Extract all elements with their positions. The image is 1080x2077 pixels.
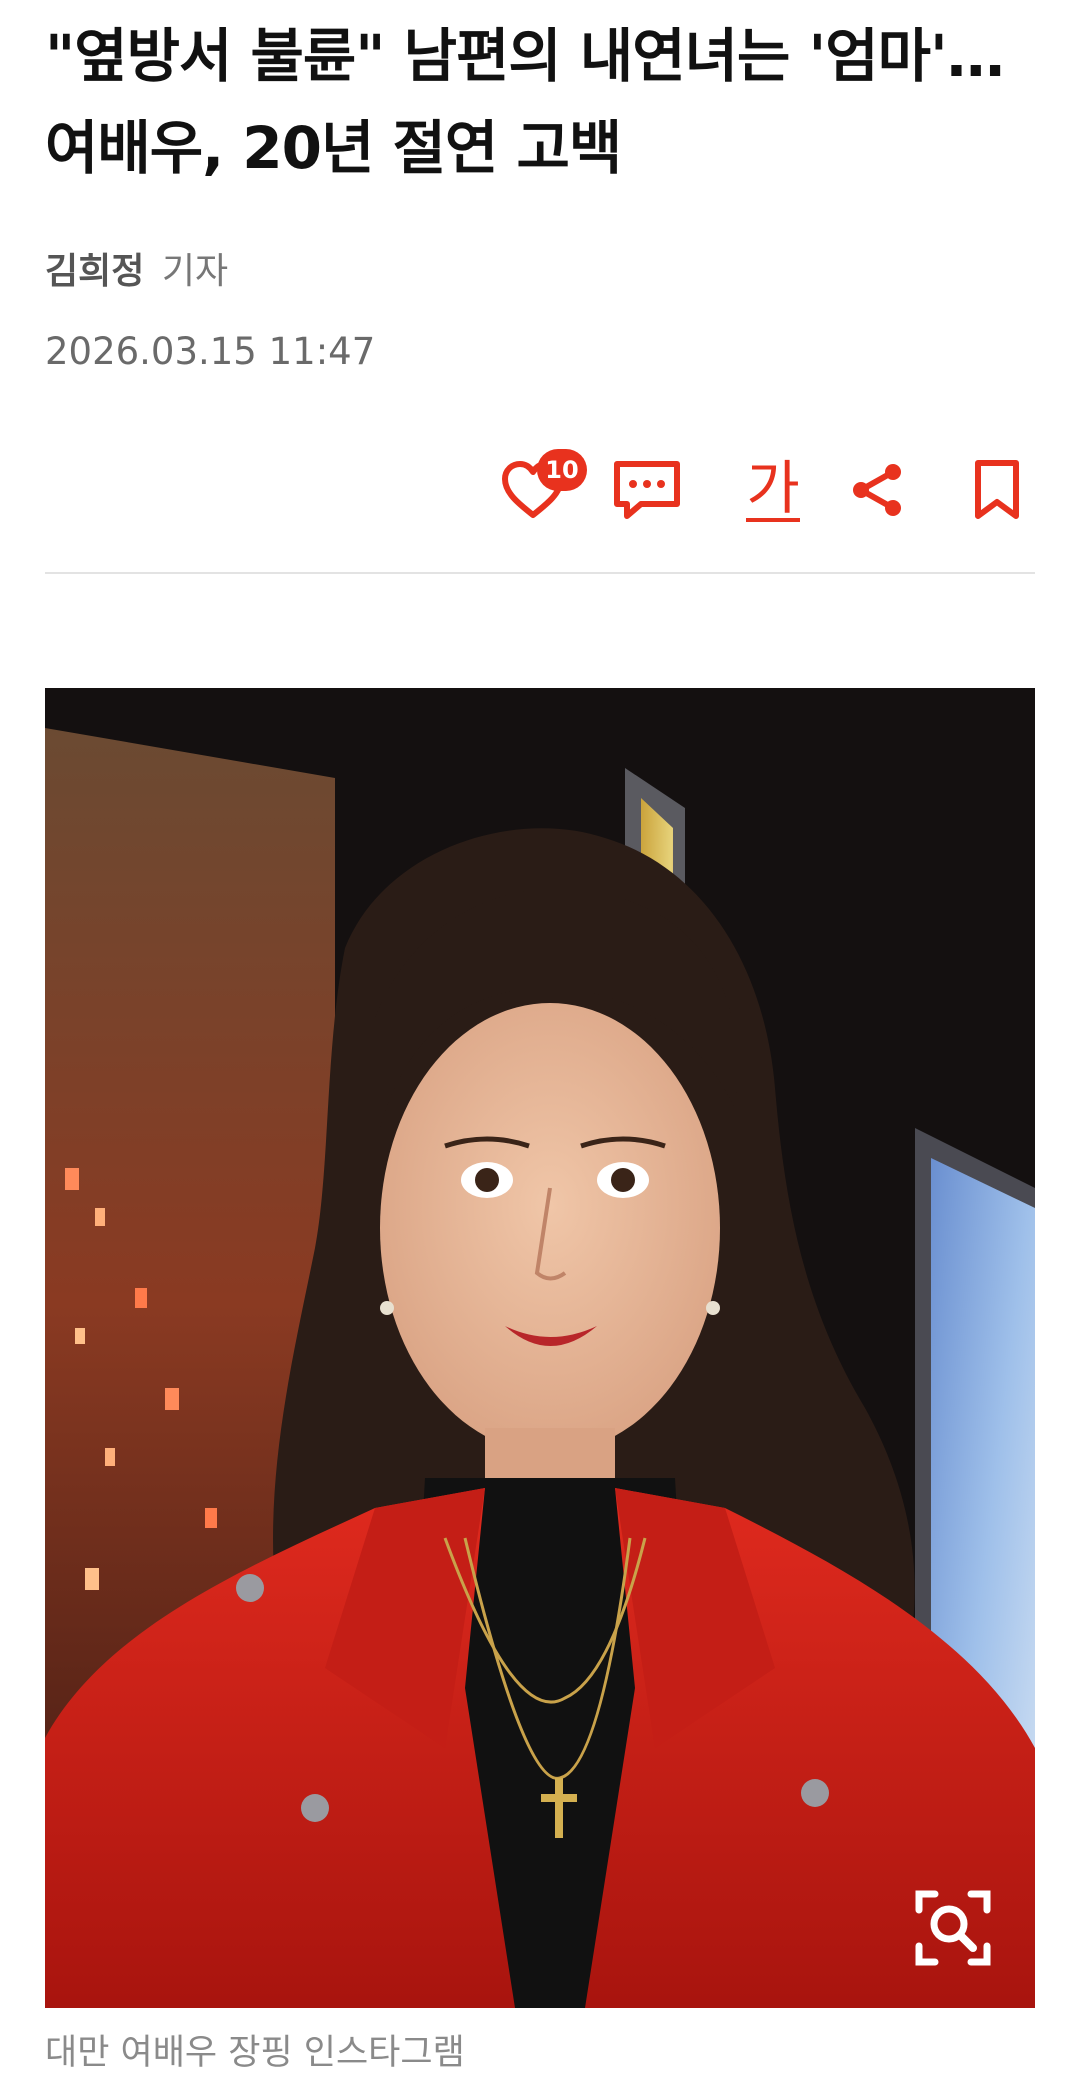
article-headline: "옆방서 불륜" 남편의 내연녀는 '엄마'…여배우, 20년 절연 고백 (45, 22, 1005, 182)
byline: 김희정 기자 (45, 248, 228, 296)
article-photo[interactable] (45, 688, 1035, 2008)
author-name[interactable]: 김희정 (45, 251, 144, 292)
photo-caption: 대만 여배우 장핑 인스타그램 (45, 2033, 465, 2073)
font-size-icon: 가 (746, 454, 800, 522)
share-icon (853, 464, 901, 516)
comment-icon (614, 461, 680, 519)
bookmark-button[interactable] (952, 445, 1042, 535)
font-size-button[interactable]: 가 (728, 445, 818, 535)
photo-zoom-button[interactable] (907, 1882, 999, 1974)
author-role: 기자 (161, 251, 229, 292)
toolbar-divider (45, 572, 1035, 574)
share-button[interactable] (832, 445, 922, 535)
like-count-badge: 10 (537, 449, 587, 491)
bookmark-icon (975, 460, 1019, 519)
publish-timestamp: 2026.03.15 11:47 (45, 330, 376, 373)
zoom-icon (915, 1890, 991, 1966)
photo-illustration (45, 688, 1035, 2008)
comment-button[interactable] (602, 445, 692, 535)
